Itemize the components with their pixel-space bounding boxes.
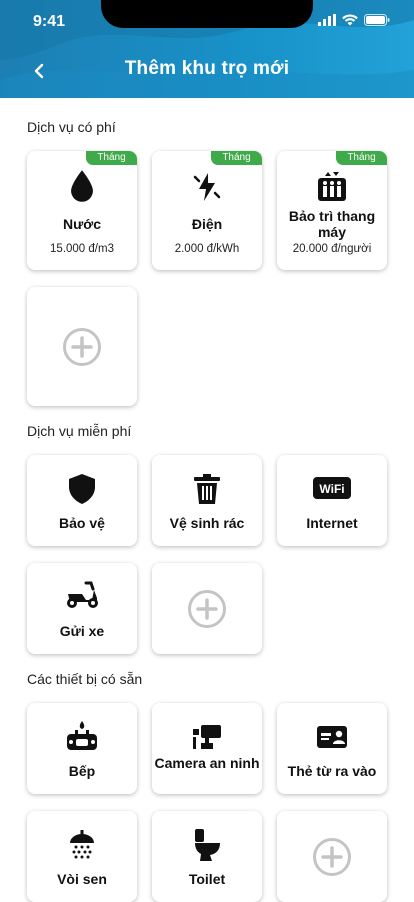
equipment-name: Vòi sen: [57, 871, 107, 887]
service-name: Nước: [63, 216, 101, 232]
service-name: Gửi xe: [59, 623, 105, 639]
equipment-card-stove[interactable]: Bếp: [27, 703, 137, 794]
elevator-icon: [277, 170, 387, 202]
equipment-name: Camera an ninh: [154, 755, 260, 771]
equipment-name: Toilet: [188, 871, 226, 887]
add-circle-icon: [277, 811, 387, 902]
service-name: Internet: [306, 515, 358, 531]
service-price: 20.000 đ/người: [292, 243, 372, 255]
equipment-card-security-camera[interactable]: Camera an ninh: [152, 703, 262, 794]
equipment-name: Bếp: [68, 763, 96, 779]
stove-icon: [27, 720, 137, 752]
billing-period-badge: Tháng: [211, 151, 262, 165]
service-card-electricity[interactable]: Tháng Điện 2.000 đ/kWh: [152, 151, 262, 270]
service-card-elevator[interactable]: Tháng Bảo trì thang máy 20.000 đ/người: [277, 151, 387, 270]
billing-period-badge: Tháng: [336, 151, 387, 165]
add-circle-icon: [152, 563, 262, 654]
service-card-water[interactable]: Tháng Nước 15.000 đ/m3: [27, 151, 137, 270]
service-name: Bảo vệ: [59, 515, 105, 531]
page-title: Thêm khu trọ mới: [124, 58, 290, 79]
cellular-signal-icon: [318, 14, 336, 26]
svg-text:WiFi: WiFi: [319, 482, 344, 496]
motorbike-icon: [27, 580, 137, 610]
status-time: 9:41: [33, 13, 66, 30]
wifi-status-icon: [342, 14, 358, 26]
security-camera-icon: [152, 723, 262, 751]
equipment-card-access-card[interactable]: Thẻ từ ra vào: [277, 703, 387, 794]
header-bar: 9:41 Thêm khu trọ mới: [0, 0, 414, 98]
service-name: Vệ sinh rác: [169, 515, 245, 531]
equipment-card-shower[interactable]: Vòi sen: [27, 811, 137, 902]
trash-icon: [152, 473, 262, 505]
status-icons: [318, 14, 390, 26]
service-card-parking[interactable]: Gửi xe: [27, 563, 137, 654]
toilet-icon: [152, 828, 262, 862]
service-card-security[interactable]: Bảo vệ: [27, 455, 137, 546]
equipment-name: Thẻ từ ra vào: [287, 763, 377, 779]
add-circle-icon: [27, 287, 137, 406]
shower-icon: [27, 829, 137, 863]
device-notch: [101, 0, 313, 28]
section-title-free-services: Dịch vụ miễn phí: [27, 423, 132, 439]
electric-bolt-icon: [152, 171, 262, 203]
service-price: 15.000 đ/m3: [50, 243, 114, 255]
service-card-trash-cleaning[interactable]: Vệ sinh rác: [152, 455, 262, 546]
service-card-internet[interactable]: WiFi Internet: [277, 455, 387, 546]
service-name: Bảo trì thang máy: [288, 208, 376, 240]
add-equipment-button[interactable]: [277, 811, 387, 902]
section-title-paid-services: Dịch vụ có phí: [27, 119, 116, 135]
add-free-service-button[interactable]: [152, 563, 262, 654]
water-drop-icon: [27, 169, 137, 203]
access-card-icon: [277, 725, 387, 749]
section-title-equipment: Các thiết bị có sẵn: [27, 671, 143, 687]
shield-icon: [27, 473, 137, 505]
service-price: 2.000 đ/kWh: [174, 243, 240, 255]
wifi-icon: WiFi: [277, 475, 387, 501]
battery-icon: [364, 14, 390, 26]
add-paid-service-button[interactable]: [27, 287, 137, 406]
service-name: Điện: [191, 216, 223, 232]
billing-period-badge: Tháng: [86, 151, 137, 165]
equipment-card-toilet[interactable]: Toilet: [152, 811, 262, 902]
